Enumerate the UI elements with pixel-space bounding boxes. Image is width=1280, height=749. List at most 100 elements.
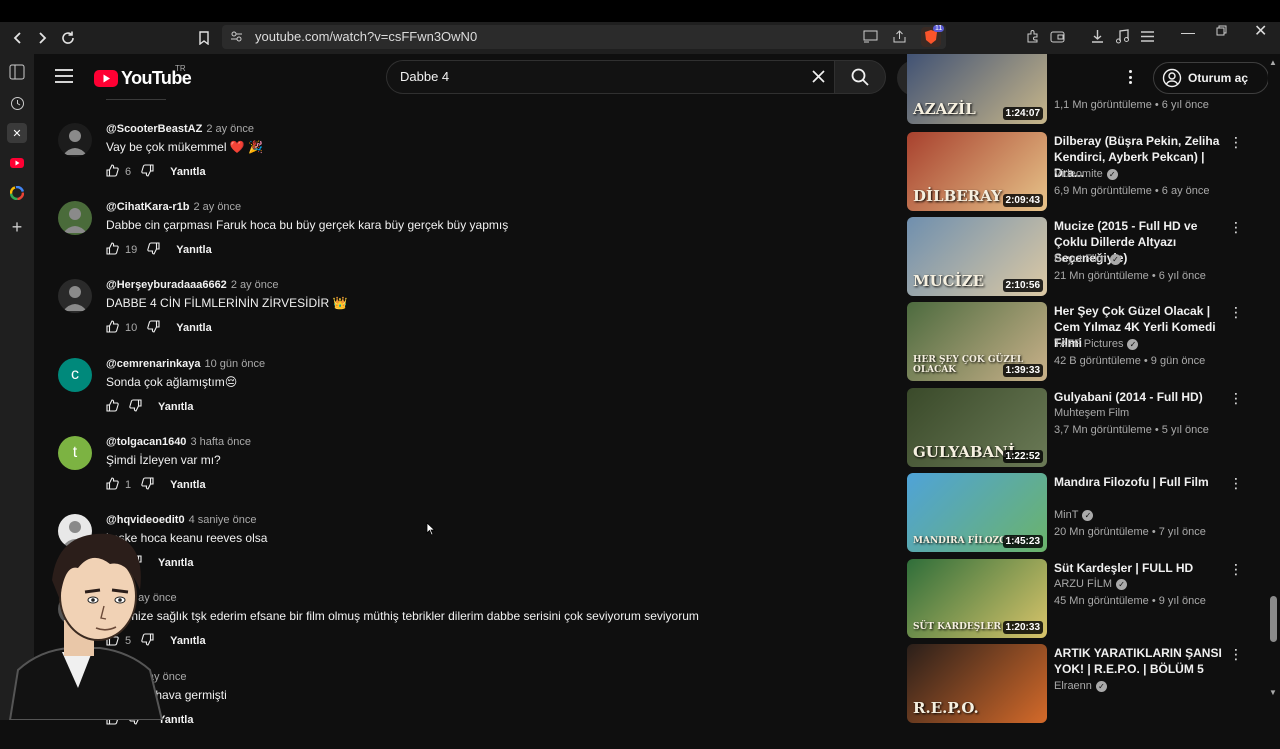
restore-icon[interactable] (1216, 23, 1227, 39)
reply-button[interactable]: Yanıtla (158, 401, 193, 413)
comment-time[interactable]: 2 ay önce (231, 279, 279, 291)
dislike-icon[interactable] (147, 242, 160, 258)
related-video-item[interactable]: AZAZİL 1:24:07 1,1 Mn görüntüleme • 6 yıl … (907, 54, 1257, 126)
related-video-item[interactable]: MUCİZE 2:10:56 Mucize (2015 - Full HD ve Ç… (907, 217, 1257, 297)
channel-name[interactable]: Elraenn (1054, 680, 1092, 692)
comment-time[interactable]: 2 ay önce (193, 201, 241, 213)
video-title[interactable]: Mandıra Filozofu | Full Film (1054, 474, 1226, 490)
video-more-icon[interactable]: ⋮ (1229, 646, 1243, 664)
reply-button[interactable]: Yanıtla (170, 479, 205, 491)
video-thumbnail[interactable]: R.E.P.O. (907, 644, 1047, 723)
history-icon[interactable] (7, 93, 27, 113)
dislike-icon[interactable] (141, 164, 154, 180)
search-input[interactable]: Dabbe 4 (400, 69, 449, 84)
add-tab-icon[interactable]: + (7, 217, 27, 237)
related-video-item[interactable]: MANDIRA FİLOZOFU 1:45:23 Mandıra Filozofu … (907, 473, 1257, 553)
video-thumbnail[interactable]: HER ŞEY ÇOK GÜZEL OLACAK 1:39:33 (907, 302, 1047, 381)
minimize-icon[interactable]: — (1181, 24, 1195, 40)
comment-author[interactable]: @Herşeyburadaaa6662 (106, 279, 227, 291)
channel-name[interactable]: TAFF Pictures (1054, 338, 1123, 350)
video-title[interactable]: Gulyabani (2014 - Full HD) (1054, 389, 1226, 405)
reload-icon[interactable] (57, 27, 79, 49)
video-title[interactable]: Süt Kardeşler | FULL HD (1054, 560, 1226, 576)
dislike-icon[interactable] (147, 320, 160, 336)
scroll-up-icon[interactable]: ▲ (1269, 58, 1277, 67)
music-icon[interactable] (1115, 29, 1130, 49)
comment-author[interactable]: @CihatKara-r1b (106, 201, 189, 213)
commenter-avatar[interactable] (58, 123, 92, 157)
reply-button[interactable]: Yanıtla (170, 166, 205, 178)
comment-time[interactable]: 4 saniye önce (189, 514, 257, 526)
video-channel[interactable]: Boyut Film ✓ (1054, 253, 1121, 265)
menu-icon[interactable] (1140, 30, 1155, 48)
video-channel[interactable]: TAFF Pictures ✓ (1054, 338, 1139, 350)
like-icon[interactable] (106, 164, 119, 180)
commenter-avatar[interactable]: c (58, 358, 92, 392)
scrollbar-thumb[interactable] (1270, 596, 1277, 642)
like-icon[interactable] (106, 242, 119, 258)
search-button[interactable] (834, 60, 886, 94)
video-channel[interactable]: MinT ✓ (1054, 509, 1094, 521)
wallet-icon[interactable] (1050, 29, 1065, 49)
commenter-avatar[interactable]: t (58, 436, 92, 470)
video-more-icon[interactable]: ⋮ (1229, 304, 1243, 322)
reply-button[interactable]: Yanıtla (176, 322, 211, 334)
related-video-item[interactable]: DİLBERAY 2:09:43 Dilberay (Büşra Pekin, Ze… (907, 132, 1257, 212)
related-video-item[interactable]: HER ŞEY ÇOK GÜZEL OLACAK 1:39:33 Her Şey Ç… (907, 302, 1257, 382)
video-thumbnail[interactable]: AZAZİL 1:24:07 (907, 54, 1047, 124)
video-more-icon[interactable]: ⋮ (1229, 475, 1243, 493)
cast-icon[interactable] (863, 30, 878, 48)
forward-icon[interactable] (31, 27, 53, 49)
comment-author[interactable]: @tolgacan1640 (106, 436, 186, 448)
commenter-avatar[interactable] (58, 201, 92, 235)
channel-name[interactable]: Videomite (1054, 168, 1103, 180)
url-text[interactable]: youtube.com/watch?v=csFFwn3OwN0 (255, 29, 477, 44)
like-icon[interactable] (106, 320, 119, 336)
comment-time[interactable]: 2 ay önce (206, 123, 254, 135)
comment-time[interactable]: 3 hafta önce (190, 436, 251, 448)
comment-author[interactable]: @ScooterBeastAZ (106, 123, 202, 135)
video-more-icon[interactable]: ⋮ (1229, 561, 1243, 579)
site-info-icon[interactable] (230, 30, 243, 48)
video-more-icon[interactable]: ⋮ (1229, 219, 1243, 237)
comment-time[interactable]: 10 gün önce (205, 358, 266, 370)
search-box[interactable]: Dabbe 4 (386, 60, 842, 94)
like-icon[interactable] (106, 399, 119, 415)
video-thumbnail[interactable]: MANDIRA FİLOZOFU 1:45:23 (907, 473, 1047, 552)
related-video-item[interactable]: SÜT KARDEŞLER 1:20:33 Süt Kardeşler | FULL… (907, 559, 1257, 639)
video-thumbnail[interactable]: GULYABANİ 1:22:52 (907, 388, 1047, 467)
video-title[interactable]: ARTIK YARATIKLARIN ŞANSI YOK! | R.E.P.O.… (1054, 645, 1226, 677)
video-channel[interactable]: ARZU FİLM ✓ (1054, 578, 1128, 590)
related-video-item[interactable]: GULYABANİ 1:22:52 Gulyabani (2014 - Full H… (907, 388, 1257, 468)
share-icon[interactable] (892, 29, 907, 49)
channel-name[interactable]: Boyut Film (1054, 253, 1106, 265)
bookmark-icon[interactable] (193, 27, 215, 49)
reply-button[interactable]: Yanıtla (176, 244, 211, 256)
dislike-icon[interactable] (141, 477, 154, 493)
video-more-icon[interactable]: ⋮ (1229, 390, 1243, 408)
download-icon[interactable] (1090, 29, 1105, 49)
back-icon[interactable] (7, 27, 29, 49)
video-channel[interactable]: Muhteşem Film (1054, 407, 1129, 419)
google-tab-icon[interactable] (7, 183, 27, 203)
video-thumbnail[interactable]: MUCİZE 2:10:56 (907, 217, 1047, 296)
channel-name[interactable]: MinT (1054, 509, 1078, 521)
related-video-item[interactable]: R.E.P.O. ARTIK YARATIKLARIN ŞANSI YOK! | … (907, 644, 1257, 724)
clear-search-icon[interactable] (811, 69, 826, 89)
close-window-icon[interactable]: ✕ (1254, 21, 1267, 41)
channel-name[interactable]: Muhteşem Film (1054, 407, 1129, 419)
video-thumbnail[interactable]: DİLBERAY 2:09:43 (907, 132, 1047, 211)
like-icon[interactable] (106, 477, 119, 493)
channel-name[interactable]: ARZU FİLM (1054, 578, 1112, 590)
video-more-icon[interactable]: ⋮ (1229, 134, 1243, 152)
commenter-avatar[interactable] (58, 279, 92, 313)
scroll-down-icon[interactable]: ▼ (1269, 688, 1277, 697)
reply-button[interactable]: Yanıtla (170, 635, 205, 647)
comment-author[interactable]: @cemrenarinkaya (106, 358, 201, 370)
guide-menu-icon[interactable] (55, 69, 73, 88)
video-thumbnail[interactable]: SÜT KARDEŞLER 1:20:33 (907, 559, 1047, 638)
video-channel[interactable]: Elraenn ✓ (1054, 680, 1107, 692)
extensions-icon[interactable] (1025, 29, 1040, 49)
video-channel[interactable]: Videomite ✓ (1054, 168, 1118, 180)
youtube-tab-icon[interactable] (7, 153, 27, 173)
